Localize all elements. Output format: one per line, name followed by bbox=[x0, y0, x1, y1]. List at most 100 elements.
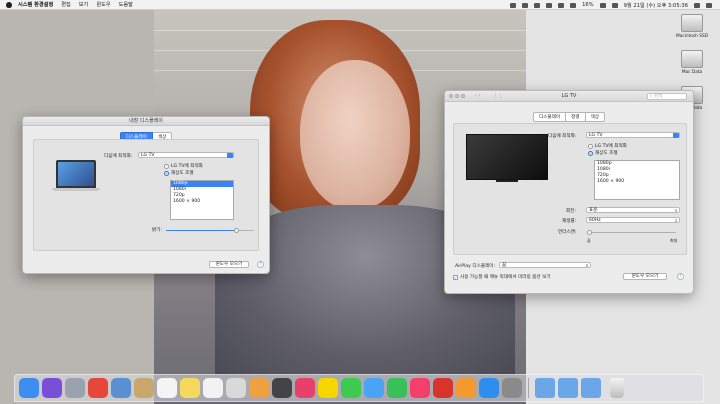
search-input[interactable]: ⌕ 검색 bbox=[647, 93, 687, 100]
list-item[interactable]: 1600 × 900 bbox=[171, 199, 233, 205]
keynote-icon[interactable] bbox=[226, 378, 246, 398]
wifi-icon[interactable] bbox=[558, 2, 565, 8]
menu-edit[interactable]: 편집 bbox=[61, 1, 71, 8]
close-icon[interactable] bbox=[449, 94, 453, 98]
resolution-list[interactable]: 1080p 1080i 720p 1600 × 900 bbox=[170, 180, 234, 220]
cloud-icon[interactable] bbox=[522, 2, 529, 8]
radio-button-selected[interactable] bbox=[588, 150, 593, 156]
battery-percent[interactable]: 16% bbox=[582, 2, 594, 8]
optimize-select[interactable]: LG TV bbox=[586, 132, 680, 138]
chevron-updown-icon: ⇕ bbox=[585, 263, 589, 268]
itunes-icon[interactable] bbox=[410, 378, 430, 398]
wallpaper-face bbox=[300, 60, 410, 210]
nav-arrows-icon[interactable]: ‹ › bbox=[475, 93, 481, 100]
finder-icon[interactable] bbox=[19, 378, 39, 398]
airplay-select[interactable]: 끔 ⇕ bbox=[499, 262, 591, 268]
ibooks-icon[interactable] bbox=[456, 378, 476, 398]
radio-button[interactable] bbox=[588, 143, 593, 149]
show-all-icon[interactable]: ⋮⋮ bbox=[493, 93, 503, 100]
battery-icon[interactable] bbox=[599, 2, 606, 8]
trash-icon[interactable] bbox=[610, 378, 624, 398]
downloads-folder-icon[interactable] bbox=[581, 378, 601, 398]
brightness-slider[interactable] bbox=[166, 228, 254, 233]
volume-icon[interactable] bbox=[570, 2, 577, 8]
traffic-lights bbox=[449, 94, 465, 98]
optimize-select[interactable]: LG TV bbox=[138, 152, 234, 158]
facetime-icon[interactable] bbox=[387, 378, 407, 398]
menu-help[interactable]: 도움말 bbox=[119, 1, 133, 8]
underscan-max-label: 최대 bbox=[670, 238, 678, 243]
mirror-option-checkbox-row[interactable]: ✓ 사용 가능할 때 메뉴 막대에서 미러링 옵션 보기 bbox=[453, 274, 551, 280]
appstore-icon[interactable] bbox=[479, 378, 499, 398]
zoom-icon[interactable] bbox=[461, 94, 465, 98]
search-icon: ⌕ bbox=[650, 94, 653, 99]
input-source-icon[interactable] bbox=[611, 2, 618, 8]
chevron-updown-icon: ⇕ bbox=[674, 208, 678, 213]
menu-clock[interactable]: 9월 21일 (수) 오후 3:05:36 bbox=[624, 2, 688, 9]
applications-folder-icon[interactable] bbox=[535, 378, 555, 398]
radio-scaled[interactable]: 해상도 조절 bbox=[588, 150, 618, 156]
tab-arrangement[interactable]: 정렬 bbox=[566, 112, 586, 122]
menu-window[interactable]: 윈도우 bbox=[96, 1, 110, 8]
dropbox-icon[interactable] bbox=[510, 2, 517, 8]
kakaotalk-icon[interactable] bbox=[318, 378, 338, 398]
help-button[interactable]: ? bbox=[257, 261, 264, 268]
tab-color[interactable]: 색상 bbox=[585, 112, 606, 122]
camera-icon[interactable] bbox=[295, 378, 315, 398]
gather-windows-button[interactable]: 윈도우 모으기 bbox=[623, 273, 667, 280]
radio-button-selected[interactable] bbox=[164, 170, 169, 176]
display-settings-panel: 다음에 최적화: LG TV LG TV에 최적화 해상도 조절 1080p 1… bbox=[453, 123, 687, 255]
gather-windows-button[interactable]: 윈도우 모으기 bbox=[209, 261, 249, 268]
line-icon[interactable] bbox=[341, 378, 361, 398]
notes-icon[interactable] bbox=[180, 378, 200, 398]
desktop-drive-mac-data[interactable]: Mac Data bbox=[672, 50, 712, 75]
radio-optimized[interactable]: LG TV에 최적화 bbox=[164, 163, 203, 169]
dock bbox=[14, 374, 704, 402]
resolution-list[interactable]: 1080p 1080i 720p 1600 × 900 bbox=[594, 160, 680, 200]
rotation-select[interactable]: 표준 ⇕ bbox=[586, 207, 680, 213]
chrome-icon[interactable] bbox=[88, 378, 108, 398]
documents-folder-icon[interactable] bbox=[558, 378, 578, 398]
preview-icon[interactable] bbox=[111, 378, 131, 398]
help-button[interactable]: ? bbox=[677, 273, 684, 280]
reminders-icon[interactable] bbox=[203, 378, 223, 398]
launchpad-icon[interactable] bbox=[65, 378, 85, 398]
refresh-rate-select[interactable]: 60Hz ⇕ bbox=[586, 217, 680, 223]
hard-drive-icon bbox=[681, 50, 703, 68]
macbook-base bbox=[52, 188, 100, 191]
siri-icon[interactable] bbox=[42, 378, 62, 398]
movie-icon[interactable] bbox=[272, 378, 292, 398]
menu-view[interactable]: 보기 bbox=[79, 1, 89, 8]
menu-app-name[interactable]: 시스템 환경설정 bbox=[18, 1, 53, 8]
tab-display[interactable]: 디스플레이 bbox=[532, 112, 567, 122]
radio-optimized[interactable]: LG TV에 최적화 bbox=[588, 143, 627, 149]
optimize-label: 다음에 최적화: bbox=[548, 134, 577, 139]
slider-knob[interactable] bbox=[233, 228, 239, 233]
messages-icon[interactable] bbox=[364, 378, 384, 398]
slider-knob[interactable] bbox=[587, 230, 592, 235]
bluetooth-icon[interactable] bbox=[546, 2, 553, 8]
menu-extras: 16% 9월 21일 (수) 오후 3:05:36 bbox=[510, 0, 712, 10]
apple-icon[interactable] bbox=[6, 1, 12, 8]
airplay-icon[interactable] bbox=[534, 2, 541, 8]
contacts-icon[interactable] bbox=[134, 378, 154, 398]
list-item[interactable]: 1600 × 900 bbox=[595, 179, 679, 185]
notification-center-icon[interactable] bbox=[706, 2, 712, 8]
tv-stand bbox=[496, 180, 518, 182]
optimize-label: 다음에 최적화: bbox=[104, 154, 133, 159]
checkbox-checked[interactable]: ✓ bbox=[453, 274, 458, 280]
display-settings-panel: 다음에 최적화: LG TV LG TV에 최적화 해상도 조절 1080p 1… bbox=[33, 139, 259, 251]
radio-scaled[interactable]: 해상도 조절 bbox=[164, 170, 194, 176]
photos-icon[interactable] bbox=[249, 378, 269, 398]
underscan-label: 언더스캔: bbox=[558, 230, 577, 235]
radio-button[interactable] bbox=[164, 163, 169, 169]
minimize-icon[interactable] bbox=[455, 94, 459, 98]
spotlight-icon[interactable] bbox=[694, 2, 700, 8]
window-title: 내장 디스플레이 bbox=[129, 118, 163, 124]
hard-drive-icon bbox=[681, 14, 703, 32]
desktop-drive-macintosh-ssd[interactable]: Macintosh SSD bbox=[672, 14, 712, 39]
system-preferences-icon[interactable] bbox=[502, 378, 522, 398]
calendar-icon[interactable] bbox=[157, 378, 177, 398]
underscan-slider[interactable] bbox=[587, 230, 676, 235]
netease-icon[interactable] bbox=[433, 378, 453, 398]
